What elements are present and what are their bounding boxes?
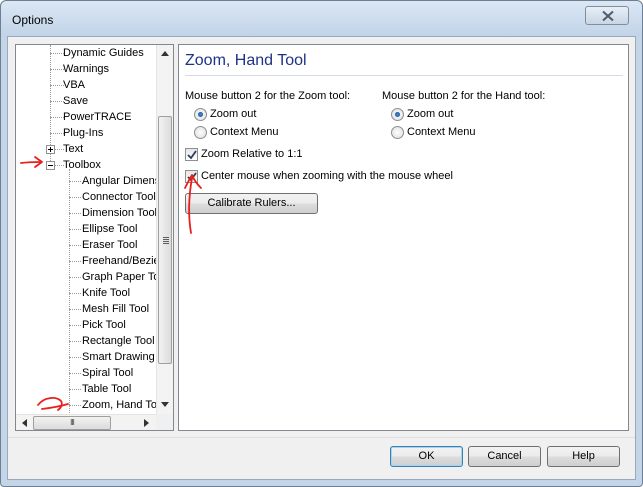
arrow-to-toolbox-icon — [20, 156, 43, 168]
arrow-to-zoom-hand-tool-icon — [37, 397, 69, 411]
arrow-to-center-mouse-icon — [184, 174, 202, 234]
annotation-arrows — [20, 156, 202, 411]
